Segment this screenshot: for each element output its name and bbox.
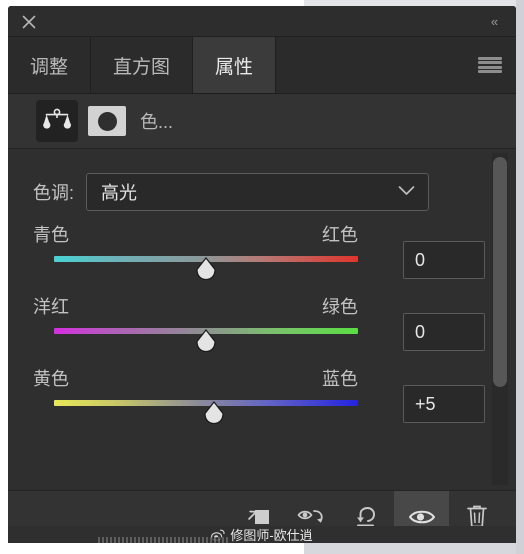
- tab-histogram[interactable]: 直方图: [91, 37, 194, 93]
- menu-line: [478, 69, 502, 73]
- hamburger-menu-icon[interactable]: [478, 55, 502, 75]
- panel-scrollbar-thumb[interactable]: [493, 157, 507, 387]
- close-icon[interactable]: [19, 12, 39, 32]
- menu-line: [478, 65, 502, 69]
- menu-line: [478, 57, 502, 60]
- tab-adjustments[interactable]: 调整: [8, 37, 92, 93]
- slider-group-magenta-green: 洋红 绿色 0: [8, 293, 516, 365]
- slider-right-label: 蓝色: [322, 369, 358, 389]
- slider-track-wrap[interactable]: [33, 397, 358, 431]
- watermark-text: 修图师-欧仕逍: [230, 528, 313, 543]
- color-balance-scales-icon[interactable]: [36, 100, 78, 142]
- slider-track-wrap[interactable]: [33, 325, 358, 359]
- tone-select[interactable]: 高光: [86, 173, 430, 211]
- slider-thumb[interactable]: [201, 400, 227, 426]
- slider-labels: 青色 红色: [33, 221, 358, 247]
- slider-thumb[interactable]: [193, 328, 219, 354]
- watermark-hatch: [98, 537, 228, 543]
- slider-labels: 洋红 绿色: [33, 293, 358, 319]
- layer-mask-dot: [97, 111, 117, 131]
- tone-row: 色调: 高光: [8, 149, 516, 211]
- menu-line: [478, 61, 502, 65]
- properties-body: 色调: 高光 青色 红色 0 洋红 绿色 0 黄色 蓝色 +5: [8, 149, 516, 490]
- layer-mask-icon[interactable]: [88, 106, 126, 136]
- tone-selected-value: 高光: [101, 183, 138, 203]
- slider-value-input[interactable]: 0: [403, 313, 485, 351]
- slider-track-wrap[interactable]: [33, 253, 358, 287]
- slider-group-cyan-red: 青色 红色 0: [8, 221, 516, 293]
- slider-thumb[interactable]: [193, 256, 219, 282]
- collapse-panel-icon[interactable]: «: [484, 13, 504, 30]
- backdrop-right-edge: [516, 0, 524, 554]
- slider-labels: 黄色 蓝色: [33, 365, 358, 391]
- properties-panel: « 调整 直方图 属性 色... 色调: 高光 青色 红色 0 洋红 绿色 0 …: [8, 6, 516, 543]
- adjustment-title: 色...: [140, 112, 174, 132]
- panel-titlebar: «: [8, 6, 516, 37]
- watermark: 修图师-欧仕逍: [8, 526, 516, 543]
- slider-right-label: 红色: [322, 225, 358, 245]
- slider-right-label: 绿色: [322, 297, 358, 317]
- slider-list: 青色 红色 0 洋红 绿色 0 黄色 蓝色 +5: [8, 211, 516, 437]
- tab-properties[interactable]: 属性: [193, 37, 277, 93]
- slider-left-label: 黄色: [33, 369, 69, 389]
- chevron-down-icon: [398, 183, 415, 201]
- slider-left-label: 青色: [33, 225, 69, 245]
- slider-value-input[interactable]: 0: [403, 241, 485, 279]
- panel-tabstrip: 调整 直方图 属性: [8, 37, 516, 94]
- adjustment-header: 色...: [8, 94, 516, 149]
- slider-value-input[interactable]: +5: [403, 385, 485, 423]
- slider-group-yellow-blue: 黄色 蓝色 +5: [8, 365, 516, 437]
- slider-left-label: 洋红: [33, 297, 69, 317]
- tone-label: 色调:: [33, 183, 75, 203]
